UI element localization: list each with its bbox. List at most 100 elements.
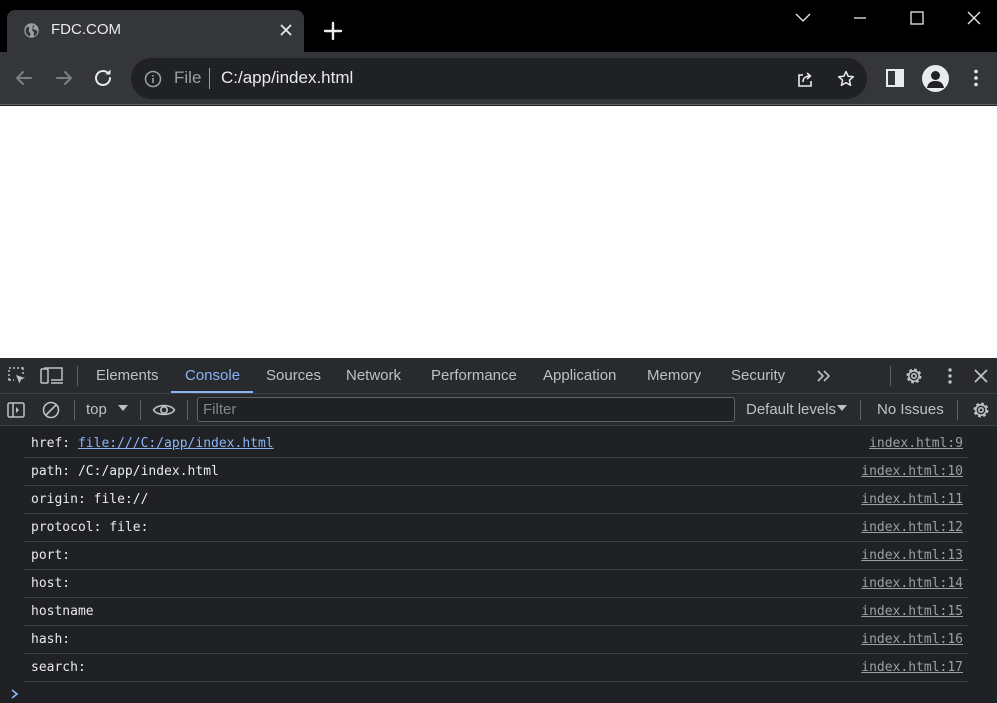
console-message-source-link[interactable]: index.html:15	[861, 604, 963, 619]
console-message-label: port:	[31, 548, 78, 563]
console-message-label: search:	[31, 660, 94, 675]
console-message-source-link[interactable]: index.html:16	[861, 632, 963, 647]
console-message-link[interactable]: file:///C:/app/index.html	[78, 436, 274, 451]
console-message-source-link[interactable]: index.html:13	[861, 548, 963, 563]
address-url[interactable]: C:/app/index.html	[221, 68, 353, 88]
dropdown-arrow-icon[interactable]	[836, 402, 848, 414]
share-icon[interactable]	[795, 69, 815, 89]
toolbar-divider	[74, 400, 75, 420]
tab-network[interactable]: Network	[346, 367, 401, 384]
star-icon[interactable]	[836, 69, 856, 89]
person-icon	[927, 71, 944, 88]
inspect-element-icon[interactable]	[7, 366, 27, 386]
browser-tab[interactable]: FDC.COM	[7, 10, 304, 52]
side-panel-icon[interactable]	[884, 67, 906, 89]
console-message-source-link[interactable]: index.html:12	[861, 520, 963, 535]
tab-elements[interactable]: Elements	[96, 367, 159, 384]
console-message-text: search:	[31, 660, 94, 675]
console-message: search: index.html:17	[24, 654, 968, 682]
page-viewport	[0, 106, 997, 358]
clear-console-icon[interactable]	[41, 400, 61, 420]
window-close-icon[interactable]	[964, 8, 984, 28]
more-tabs-chevron-icon[interactable]	[814, 366, 834, 386]
console-message-label: origin:	[31, 492, 94, 507]
console-message: host: index.html:14	[24, 570, 968, 598]
avatar-icon[interactable]	[922, 65, 949, 92]
console-message: hostname index.html:15	[24, 598, 968, 626]
console-message-text: protocol: file:	[31, 520, 148, 535]
minimize-icon[interactable]	[850, 8, 870, 28]
toolbar-divider	[860, 400, 861, 420]
console-message-value: file://	[93, 492, 149, 507]
console-message-label: hostname	[31, 604, 94, 619]
console-message: path: /C:/app/index.html index.html:10	[24, 458, 968, 486]
tab-sources[interactable]: Sources	[266, 367, 321, 384]
tab-application[interactable]: Application	[543, 367, 616, 384]
tab-security[interactable]: Security	[731, 367, 785, 384]
toolbar-divider	[77, 366, 78, 386]
tab-title: FDC.COM	[51, 21, 121, 38]
console-toolbar: top Default levels No Issues	[0, 394, 997, 426]
console-message-source-link[interactable]: index.html:9	[869, 436, 963, 451]
address-scheme-label: File	[174, 68, 202, 87]
context-selector[interactable]: top	[86, 401, 107, 418]
tab-console[interactable]: Console	[185, 367, 240, 384]
toolbar-divider	[957, 400, 958, 420]
browser-tab-strip: FDC.COM	[0, 0, 997, 52]
address-separator	[209, 68, 210, 89]
console-message-value: file:	[109, 520, 149, 535]
toolbar-divider	[140, 400, 141, 420]
issues-counter[interactable]: No Issues	[877, 401, 944, 418]
console-message-source-link[interactable]: index.html:17	[861, 660, 963, 675]
console-message: hash: index.html:16	[24, 626, 968, 654]
console-message-value: /C:/app/index.html	[77, 464, 219, 479]
console-message-label: href:	[31, 436, 78, 451]
kebab-menu-icon[interactable]	[940, 366, 960, 386]
console-output[interactable]: href: file:///C:/app/index.html index.htm…	[0, 430, 997, 703]
browser-toolbar: File C:/app/index.html	[0, 52, 997, 105]
reload-icon[interactable]	[91, 66, 115, 90]
dropdown-arrow-icon[interactable]	[116, 401, 130, 415]
console-message-label: host:	[31, 576, 78, 591]
arrow-left-icon[interactable]	[12, 66, 36, 90]
console-message-text: href: file:///C:/app/index.html	[31, 436, 274, 451]
toolbar-divider	[890, 366, 891, 386]
console-message-text: path: /C:/app/index.html	[31, 464, 219, 479]
console-settings-gear-icon[interactable]	[971, 400, 991, 420]
arrow-right-icon[interactable]	[52, 66, 76, 90]
tab-performance[interactable]: Performance	[431, 367, 517, 384]
active-tab-indicator	[171, 391, 253, 393]
close-icon[interactable]	[277, 21, 295, 39]
console-filter-input[interactable]	[197, 397, 735, 422]
console-message-label: hash:	[31, 632, 78, 647]
console-message: port: index.html:13	[24, 542, 968, 570]
maximize-icon[interactable]	[907, 8, 927, 28]
console-message-source-link[interactable]: index.html:11	[861, 492, 963, 507]
settings-gear-icon[interactable]	[904, 366, 924, 386]
console-message-text: hostname	[31, 604, 94, 619]
console-message: href: file:///C:/app/index.html index.htm…	[24, 430, 968, 458]
device-toolbar-icon[interactable]	[40, 366, 64, 386]
address-bar[interactable]: File C:/app/index.html	[131, 58, 867, 99]
globe-icon	[24, 23, 39, 38]
console-message-text: port:	[31, 548, 78, 563]
info-icon[interactable]	[144, 70, 162, 88]
console-message-source-link[interactable]: index.html:10	[861, 464, 963, 479]
console-message-source-link[interactable]: index.html:14	[861, 576, 963, 591]
eye-icon[interactable]	[152, 400, 176, 420]
console-message: protocol: file: index.html:12	[24, 514, 968, 542]
close-devtools-icon[interactable]	[971, 366, 991, 386]
console-message-text: host:	[31, 576, 78, 591]
console-message: origin: file:// index.html:11	[24, 486, 968, 514]
console-message-label: protocol:	[31, 520, 110, 535]
devtools-tab-bar: Elements Console Sources Network Perform…	[0, 358, 997, 394]
plus-icon[interactable]	[322, 20, 344, 42]
chevron-down-icon[interactable]	[793, 8, 813, 28]
console-message-label: path:	[31, 464, 78, 479]
console-prompt-chevron-icon	[11, 689, 19, 699]
tab-memory[interactable]: Memory	[647, 367, 701, 384]
log-levels-dropdown[interactable]: Default levels	[746, 401, 836, 418]
console-message-text: hash:	[31, 632, 78, 647]
console-sidebar-icon[interactable]	[6, 400, 26, 420]
kebab-menu-icon[interactable]	[965, 67, 987, 89]
